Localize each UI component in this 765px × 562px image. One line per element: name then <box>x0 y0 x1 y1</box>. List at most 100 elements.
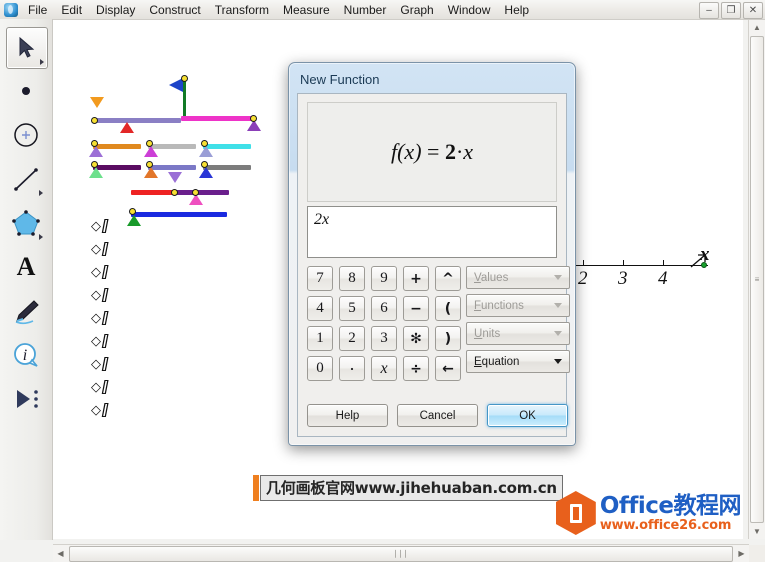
minimize-button[interactable]: – <box>699 2 719 19</box>
slider-handle[interactable] <box>127 215 141 226</box>
slider-knob[interactable] <box>91 117 98 124</box>
action-button[interactable]: ◇[] <box>91 401 108 424</box>
key-[interactable]: · <box>339 356 365 381</box>
slider-bar[interactable] <box>131 212 227 217</box>
straightedge-line-tool[interactable] <box>6 159 46 199</box>
key-[interactable]: + <box>403 266 429 291</box>
slider-handle[interactable] <box>89 167 103 178</box>
diamond-icon: ◇ <box>91 334 101 349</box>
key-7[interactable]: 7 <box>307 266 333 291</box>
slider-handle[interactable] <box>168 172 182 183</box>
slider-bar[interactable] <box>93 118 181 123</box>
custom-tool[interactable] <box>6 379 46 419</box>
vertical-scroll-thumb[interactable]: ≡ <box>750 36 764 523</box>
key-8[interactable]: 8 <box>339 266 365 291</box>
compass-circle-tool[interactable] <box>6 115 46 155</box>
dropdown-equation[interactable]: Equation <box>466 350 570 373</box>
horizontal-scroll-thumb[interactable]: ∣∣∣ <box>69 545 733 562</box>
menu-item-display[interactable]: Display <box>89 1 142 19</box>
menu-item-help[interactable]: Help <box>497 1 536 19</box>
key-[interactable]: ^ <box>435 266 461 291</box>
arrow-select-tool[interactable] <box>6 27 48 69</box>
cancel-button[interactable]: Cancel <box>397 404 478 427</box>
key-[interactable]: ✻ <box>403 326 429 351</box>
key-0[interactable]: 0 <box>307 356 333 381</box>
key-[interactable]: ← <box>435 356 461 381</box>
information-tool[interactable]: i <box>6 335 46 375</box>
menu-item-transform[interactable]: Transform <box>208 1 276 19</box>
scroll-right-button[interactable]: ▶ <box>734 546 749 561</box>
slider-knob[interactable] <box>129 208 136 215</box>
ok-button[interactable]: OK <box>487 404 568 427</box>
close-button[interactable]: ✕ <box>743 2 763 19</box>
menu-item-measure[interactable]: Measure <box>276 1 337 19</box>
key-1[interactable]: 1 <box>307 326 333 351</box>
key-[interactable]: ( <box>435 296 461 321</box>
action-button[interactable]: ◇[] <box>91 286 108 309</box>
key-[interactable]: ÷ <box>403 356 429 381</box>
slider-handle[interactable] <box>199 146 213 157</box>
menu-item-graph[interactable]: Graph <box>393 1 440 19</box>
menu-item-construct[interactable]: Construct <box>142 1 207 19</box>
slider-handle[interactable] <box>144 146 158 157</box>
action-button[interactable]: ◇[] <box>91 355 108 378</box>
slider-knob[interactable] <box>250 115 257 122</box>
watermark-banner: 几何画板官网www.jihehuaban.com.cn <box>253 475 563 501</box>
marker-pen-tool[interactable] <box>6 291 46 331</box>
play-dots-icon <box>17 390 38 408</box>
action-button[interactable]: ◇[] <box>91 309 108 332</box>
slider-handle[interactable] <box>89 146 103 157</box>
menu-item-file[interactable]: File <box>21 1 54 19</box>
dropdown-label: Equation <box>474 355 520 368</box>
sketchpad-app-icon <box>4 2 18 17</box>
key-9[interactable]: 9 <box>371 266 397 291</box>
action-button[interactable]: ◇[] <box>91 378 108 401</box>
slider-cluster[interactable] <box>87 70 267 230</box>
key-[interactable]: ) <box>435 326 461 351</box>
slider-handle[interactable] <box>90 97 104 108</box>
key-x[interactable]: x <box>371 356 397 381</box>
text-tool[interactable]: A <box>6 247 46 287</box>
menu-item-edit[interactable]: Edit <box>54 1 89 19</box>
key-3[interactable]: 3 <box>371 326 397 351</box>
horizontal-scrollbar[interactable]: ◀ ∣∣∣ ▶ <box>53 544 749 562</box>
scroll-down-button[interactable]: ▼ <box>750 524 764 539</box>
menu-item-window[interactable]: Window <box>441 1 498 19</box>
key-[interactable]: − <box>403 296 429 321</box>
action-button[interactable]: ◇[] <box>91 217 108 240</box>
slider-knob[interactable] <box>91 140 98 147</box>
menu-item-number[interactable]: Number <box>337 1 394 19</box>
slider-knob[interactable] <box>146 140 153 147</box>
slider-knob[interactable] <box>181 75 188 82</box>
key-5[interactable]: 5 <box>339 296 365 321</box>
formula-input-field[interactable]: 2x <box>307 206 557 258</box>
point-tool[interactable] <box>6 71 46 111</box>
action-button[interactable]: ◇[] <box>91 240 108 263</box>
slider-knob[interactable] <box>192 189 199 196</box>
slider-handle[interactable] <box>120 122 134 133</box>
slider-knob[interactable] <box>201 161 208 168</box>
slider-handle[interactable] <box>199 167 213 178</box>
slider-knob[interactable] <box>171 189 178 196</box>
polygon-icon <box>12 210 40 236</box>
point-icon <box>22 87 30 95</box>
vertical-scrollbar[interactable]: ▲ ≡ ▼ <box>748 20 765 539</box>
slider-knob[interactable] <box>91 161 98 168</box>
slider-knob[interactable] <box>146 161 153 168</box>
polygon-tool[interactable] <box>6 203 46 243</box>
slider-bar[interactable] <box>131 190 173 195</box>
text-tool-label: A <box>16 252 36 281</box>
help-button[interactable]: Help <box>307 404 388 427</box>
scroll-up-button[interactable]: ▲ <box>750 20 764 35</box>
office-hexagon-icon <box>555 491 596 535</box>
key-2[interactable]: 2 <box>339 326 365 351</box>
action-button[interactable]: ◇[] <box>91 332 108 355</box>
action-button[interactable]: ◇[] <box>91 263 108 286</box>
restore-button[interactable]: ❐ <box>721 2 741 19</box>
slider-handle[interactable] <box>144 167 158 178</box>
key-4[interactable]: 4 <box>307 296 333 321</box>
slider-knob[interactable] <box>201 140 208 147</box>
scroll-left-button[interactable]: ◀ <box>53 546 68 561</box>
key-6[interactable]: 6 <box>371 296 397 321</box>
slider-bar[interactable] <box>181 116 253 121</box>
